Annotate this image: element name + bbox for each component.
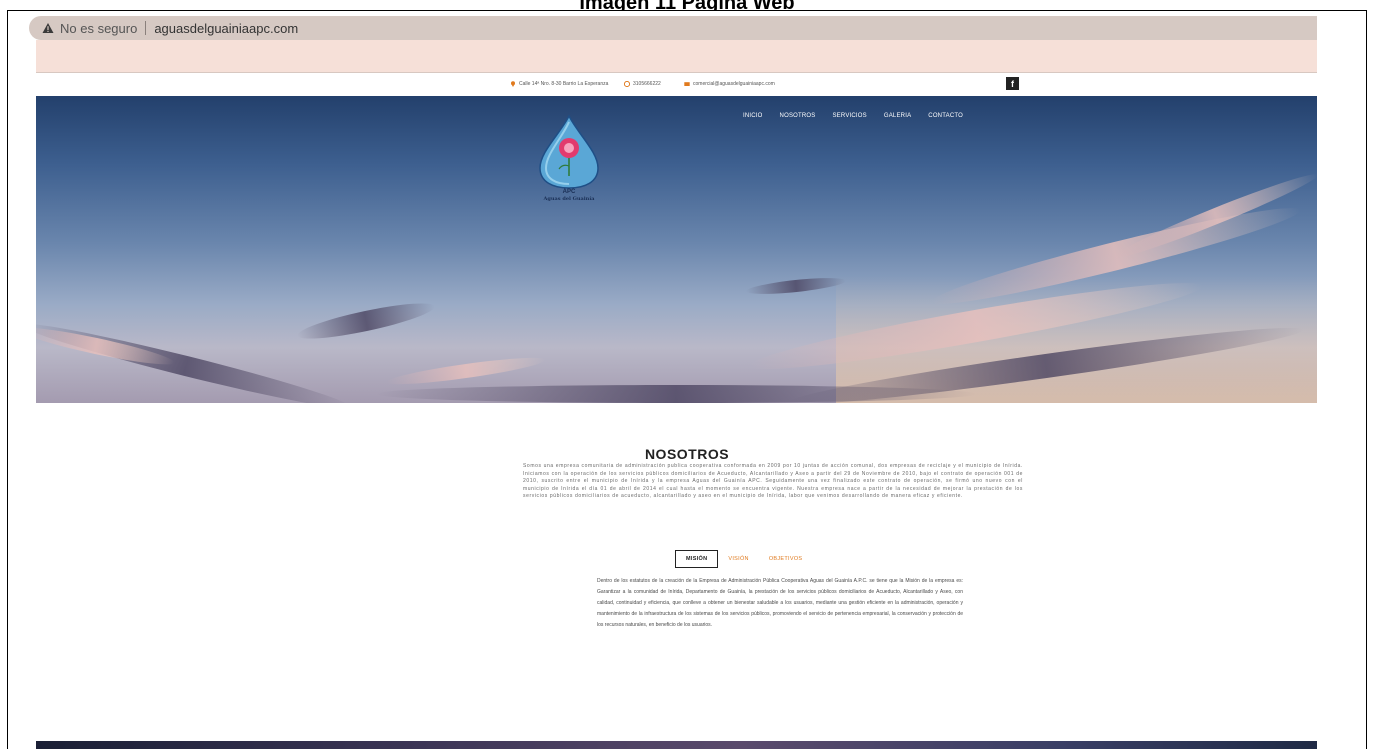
browser-infobar bbox=[36, 40, 1317, 73]
nav-item-nosotros[interactable]: NOSOTROS bbox=[780, 113, 816, 119]
about-paragraph: Somos una empresa comunitaria de adminis… bbox=[523, 463, 1023, 499]
location-pin-icon bbox=[510, 81, 516, 87]
url-text[interactable]: aguasdelguainiaapc.com bbox=[154, 21, 298, 36]
water-drop-logo-icon bbox=[539, 114, 599, 189]
phone-icon bbox=[623, 80, 631, 88]
site-top-info-bar: Calle 14ª Nro. 8-30 Barrio La Esperanza … bbox=[36, 73, 1317, 96]
info-tabs: MISIÓN VISIÓN OBJETIVOS bbox=[675, 550, 812, 568]
tab-objetivos[interactable]: OBJETIVOS bbox=[759, 551, 813, 567]
email-text[interactable]: comercial@aguasdelguainiaapc.com bbox=[693, 81, 775, 87]
main-nav: INICIO NOSOTROS SERVICIOS GALERIA CONTAC… bbox=[743, 113, 963, 119]
facebook-icon[interactable]: f bbox=[1006, 77, 1019, 90]
email-item[interactable]: comercial@aguasdelguainiaapc.com bbox=[684, 81, 775, 87]
phone-text[interactable]: 3105666222 bbox=[633, 81, 661, 87]
address-separator bbox=[145, 21, 147, 35]
phone-item[interactable]: 3105666222 bbox=[623, 80, 661, 88]
next-section-image bbox=[36, 741, 1317, 749]
security-status[interactable]: No es seguro bbox=[60, 21, 137, 36]
envelope-icon bbox=[684, 81, 690, 87]
tab-vision[interactable]: VISIÓN bbox=[718, 551, 758, 567]
mission-text: Dentro de los estatutos de la creación d… bbox=[597, 578, 963, 628]
address-item: Calle 14ª Nro. 8-30 Barrio La Esperanza bbox=[510, 81, 608, 87]
sky-clouds-image bbox=[36, 174, 1317, 403]
warning-icon[interactable] bbox=[42, 22, 54, 34]
browser-address-bar[interactable]: No es seguro aguasdelguainiaapc.com bbox=[29, 16, 1317, 40]
company-logo[interactable]: APC Aguas del Guainía bbox=[524, 114, 614, 209]
section-title: NOSOTROS bbox=[644, 446, 730, 462]
nav-item-servicios[interactable]: SERVICIOS bbox=[832, 113, 866, 119]
nav-item-inicio[interactable]: INICIO bbox=[743, 113, 763, 119]
address-text: Calle 14ª Nro. 8-30 Barrio La Esperanza bbox=[519, 81, 609, 87]
hero-banner: APC Aguas del Guainía INICIO NOSOTROS SE… bbox=[36, 96, 1317, 403]
logo-name: Aguas del Guainía bbox=[543, 196, 595, 202]
logo-acronym: APC bbox=[562, 189, 576, 195]
nav-item-galeria[interactable]: GALERIA bbox=[884, 113, 911, 119]
nav-item-contacto[interactable]: CONTACTO bbox=[928, 113, 963, 119]
tab-mision[interactable]: MISIÓN bbox=[675, 550, 719, 568]
